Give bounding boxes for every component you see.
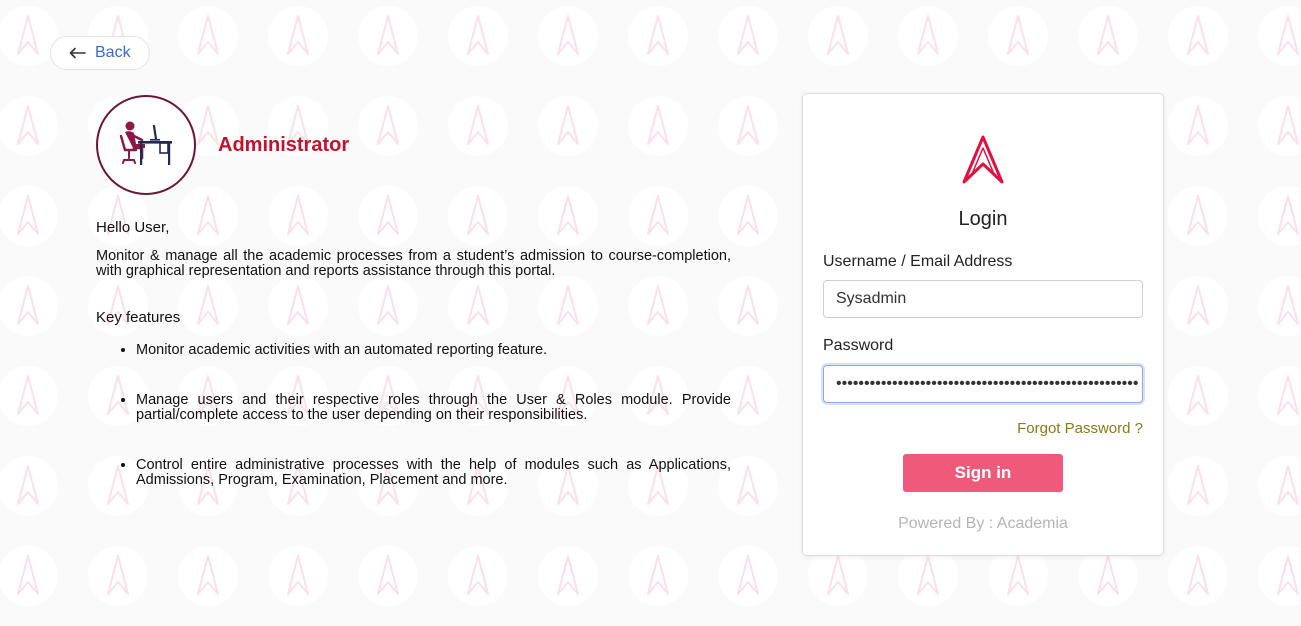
powered-by-text: Powered By : Academia [898,515,1068,532]
admin-desk-icon [119,121,172,165]
password-input[interactable]: ••••••••••••••••••••••••••••••••••••••••… [823,365,1143,403]
back-button-label: Back [95,44,131,61]
sign-in-button[interactable]: Sign in [903,454,1063,492]
features-list: Monitor academic activities with an auto… [96,343,731,488]
forgot-password-link[interactable]: Forgot Password ? [1017,420,1143,437]
role-header: Administrator [96,93,731,197]
intro-text: Monitor & manage all the academic proces… [96,248,731,279]
role-avatar [96,95,196,195]
role-title: Administrator [218,133,350,156]
greeting-text: Hello User, [96,219,170,236]
feature-item: Manage users and their respective roles … [136,393,731,423]
arrow-left-icon [69,47,86,59]
back-button[interactable]: Back [50,36,150,70]
username-label: Username / Email Address [823,253,1013,270]
login-title: Login [958,208,1008,230]
password-label: Password [823,337,894,354]
login-card: Login Username / Email Address Password … [802,93,1164,556]
academia-logo-icon [962,135,1004,184]
feature-item: Monitor academic activities with an auto… [136,343,731,358]
features-heading: Key features [96,309,181,326]
role-info-panel: Administrator Hello User, Monitor & mana… [96,93,731,523]
feature-item: Control entire administrative processes … [136,458,731,488]
username-input[interactable] [823,280,1143,318]
